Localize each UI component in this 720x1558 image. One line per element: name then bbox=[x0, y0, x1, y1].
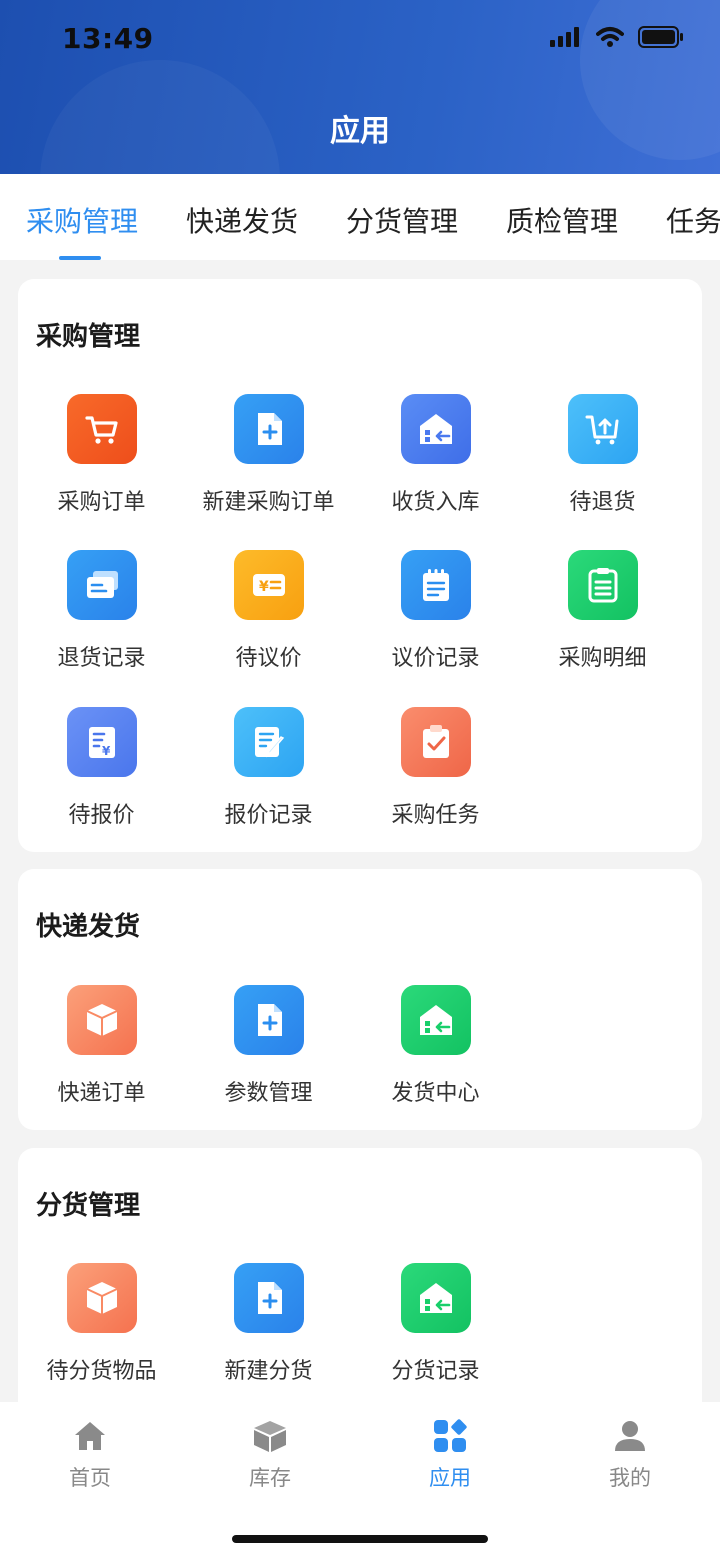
edit-document-icon bbox=[233, 707, 304, 777]
nav-label: 我的 bbox=[609, 1466, 651, 1490]
new-document-icon bbox=[233, 1263, 304, 1333]
new-document-icon bbox=[233, 985, 304, 1055]
price-tag-icon: ¥ bbox=[233, 550, 304, 620]
section-title: 快递发货 bbox=[36, 912, 141, 942]
cart-return-icon bbox=[567, 394, 638, 464]
app-label: 发货中心 bbox=[391, 1081, 480, 1106]
box-icon bbox=[66, 1263, 137, 1333]
apps-icon bbox=[434, 1419, 467, 1452]
section-title: 分货管理 bbox=[36, 1191, 141, 1221]
home-icon bbox=[75, 1422, 105, 1450]
wifi-icon bbox=[596, 27, 624, 47]
category-tabs: 采购管理 快递发货 分货管理 质检管理 任务 bbox=[0, 174, 720, 260]
cards-icon bbox=[66, 550, 137, 620]
app-label: 待退货 bbox=[569, 490, 636, 515]
app-label: 参数管理 bbox=[224, 1081, 313, 1106]
section-purchase: 采购管理 采购订单 新建采购订单 收货入库 待退货 退货记录 ¥ 待议价 议价记… bbox=[18, 279, 702, 852]
nav-profile[interactable]: 我的 bbox=[570, 1418, 690, 1492]
app-label: 待议价 bbox=[235, 646, 302, 671]
app-label: 退货记录 bbox=[57, 646, 146, 671]
app-pending-distribution-items[interactable]: 待分货物品 bbox=[18, 1263, 185, 1385]
app-pending-return[interactable]: 待退货 bbox=[519, 394, 686, 516]
app-header: 13:49 应用 bbox=[0, 0, 720, 174]
warehouse-in-icon bbox=[400, 394, 471, 464]
tab-express[interactable]: 快递发货 bbox=[186, 200, 298, 240]
tab-indicator bbox=[59, 256, 101, 260]
tab-task[interactable]: 任务 bbox=[666, 200, 720, 240]
app-purchase-order[interactable]: 采购订单 bbox=[18, 394, 185, 516]
app-new-distribution[interactable]: 新建分货 bbox=[185, 1263, 352, 1385]
app-shipping-center[interactable]: 发货中心 bbox=[352, 985, 519, 1107]
app-label: 新建采购订单 bbox=[202, 490, 335, 515]
nav-home[interactable]: 首页 bbox=[30, 1418, 150, 1492]
page-title: 应用 bbox=[330, 114, 390, 149]
app-label: 待分货物品 bbox=[46, 1359, 157, 1384]
app-express-order[interactable]: 快递订单 bbox=[18, 985, 185, 1107]
app-label: 收货入库 bbox=[391, 490, 480, 515]
svg-text:¥: ¥ bbox=[259, 579, 269, 595]
nav-label: 库存 bbox=[249, 1466, 291, 1490]
inventory-box-icon bbox=[254, 1421, 286, 1452]
warehouse-out-icon bbox=[400, 1263, 471, 1333]
new-document-icon bbox=[233, 394, 304, 464]
app-purchase-details[interactable]: 采购明细 bbox=[519, 550, 686, 672]
svg-text:¥: ¥ bbox=[102, 744, 111, 758]
status-icons bbox=[550, 26, 684, 48]
status-time: 13:49 bbox=[62, 22, 154, 55]
app-receive-warehouse[interactable]: 收货入库 bbox=[352, 394, 519, 516]
app-label: 分货记录 bbox=[391, 1359, 480, 1384]
signal-icon bbox=[550, 27, 579, 47]
app-label: 采购明细 bbox=[558, 646, 647, 671]
tab-distribution[interactable]: 分货管理 bbox=[346, 200, 458, 240]
task-clipboard-icon bbox=[400, 707, 471, 777]
box-icon bbox=[66, 985, 137, 1055]
nav-label: 应用 bbox=[429, 1466, 471, 1490]
app-new-purchase-order[interactable]: 新建采购订单 bbox=[185, 394, 352, 516]
app-parameter-management[interactable]: 参数管理 bbox=[185, 985, 352, 1107]
nav-apps[interactable]: 应用 bbox=[390, 1418, 510, 1492]
app-pending-quote[interactable]: ¥ 待报价 bbox=[18, 707, 185, 829]
quote-document-icon: ¥ bbox=[66, 707, 137, 777]
app-quote-records[interactable]: 报价记录 bbox=[185, 707, 352, 829]
section-title: 采购管理 bbox=[36, 322, 141, 352]
tab-quality[interactable]: 质检管理 bbox=[506, 200, 618, 240]
app-label: 快递订单 bbox=[57, 1081, 146, 1106]
tab-purchase[interactable]: 采购管理 bbox=[26, 200, 138, 240]
warehouse-out-icon bbox=[400, 985, 471, 1055]
home-indicator bbox=[232, 1535, 488, 1543]
app-distribution-records[interactable]: 分货记录 bbox=[352, 1263, 519, 1385]
app-purchase-task[interactable]: 采购任务 bbox=[352, 707, 519, 829]
app-label: 采购订单 bbox=[57, 490, 146, 515]
user-icon bbox=[615, 1421, 645, 1451]
app-label: 采购任务 bbox=[391, 803, 480, 828]
app-pending-negotiation[interactable]: ¥ 待议价 bbox=[185, 550, 352, 672]
clipboard-list-icon bbox=[567, 550, 638, 620]
nav-label: 首页 bbox=[69, 1466, 111, 1490]
nav-inventory[interactable]: 库存 bbox=[210, 1418, 330, 1492]
app-return-records[interactable]: 退货记录 bbox=[18, 550, 185, 672]
app-label: 待报价 bbox=[68, 803, 135, 828]
app-label: 报价记录 bbox=[224, 803, 313, 828]
cart-icon bbox=[66, 394, 137, 464]
section-express: 快递发货 快递订单 参数管理 发货中心 bbox=[18, 869, 702, 1130]
app-label: 议价记录 bbox=[391, 646, 480, 671]
notepad-icon bbox=[400, 550, 471, 620]
app-negotiation-records[interactable]: 议价记录 bbox=[352, 550, 519, 672]
app-label: 新建分货 bbox=[224, 1359, 313, 1384]
section-distribution: 分货管理 待分货物品 新建分货 分货记录 bbox=[18, 1148, 702, 1418]
battery-icon bbox=[638, 26, 683, 48]
